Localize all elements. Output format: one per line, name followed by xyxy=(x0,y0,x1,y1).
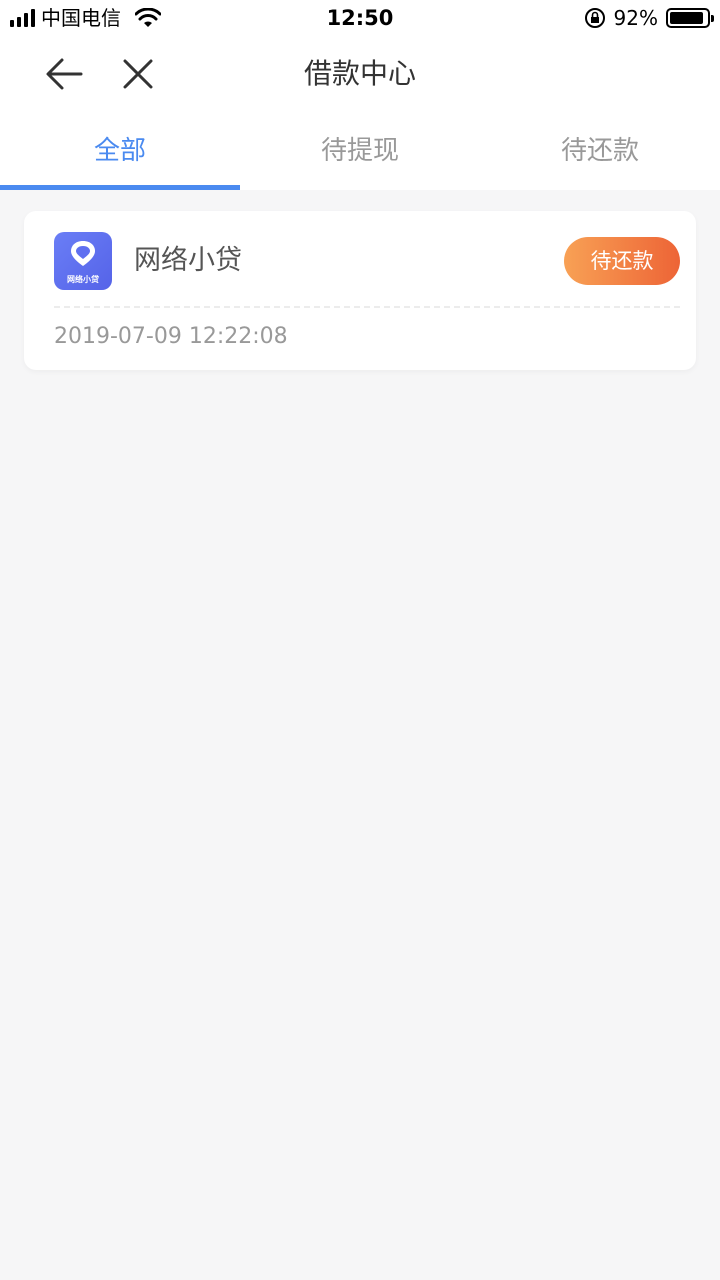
app-logo: 网络小贷 xyxy=(54,232,112,290)
page-title: 借款中心 xyxy=(303,57,416,90)
battery-icon xyxy=(666,8,714,28)
loan-list: 网络小贷 网络小贷 待还款 2019-07-09 12:22:08 xyxy=(0,190,720,1280)
chat-bubble-icon xyxy=(71,241,95,266)
product-name: 网络小贷 xyxy=(134,245,242,276)
loan-card[interactable]: 网络小贷 网络小贷 待还款 2019-07-09 12:22:08 xyxy=(24,211,696,370)
tab-all[interactable]: 全部 xyxy=(0,112,240,190)
logo-text: 网络小贷 xyxy=(67,275,99,284)
status-button[interactable]: 待还款 xyxy=(564,237,680,285)
status-bar: 中国电信 12:50 92% xyxy=(0,0,720,36)
loan-date: 2019-07-09 12:22:08 xyxy=(54,324,288,349)
battery-percent: 92% xyxy=(613,6,658,30)
tab-pending-withdrawal[interactable]: 待提现 xyxy=(240,112,480,190)
tab-bar: 全部 待提现 待还款 xyxy=(0,112,720,190)
divider xyxy=(54,306,680,308)
tab-pending-repayment[interactable]: 待还款 xyxy=(480,112,720,190)
nav-bar: 借款中心 xyxy=(0,36,720,112)
rotation-lock-icon xyxy=(584,8,605,28)
